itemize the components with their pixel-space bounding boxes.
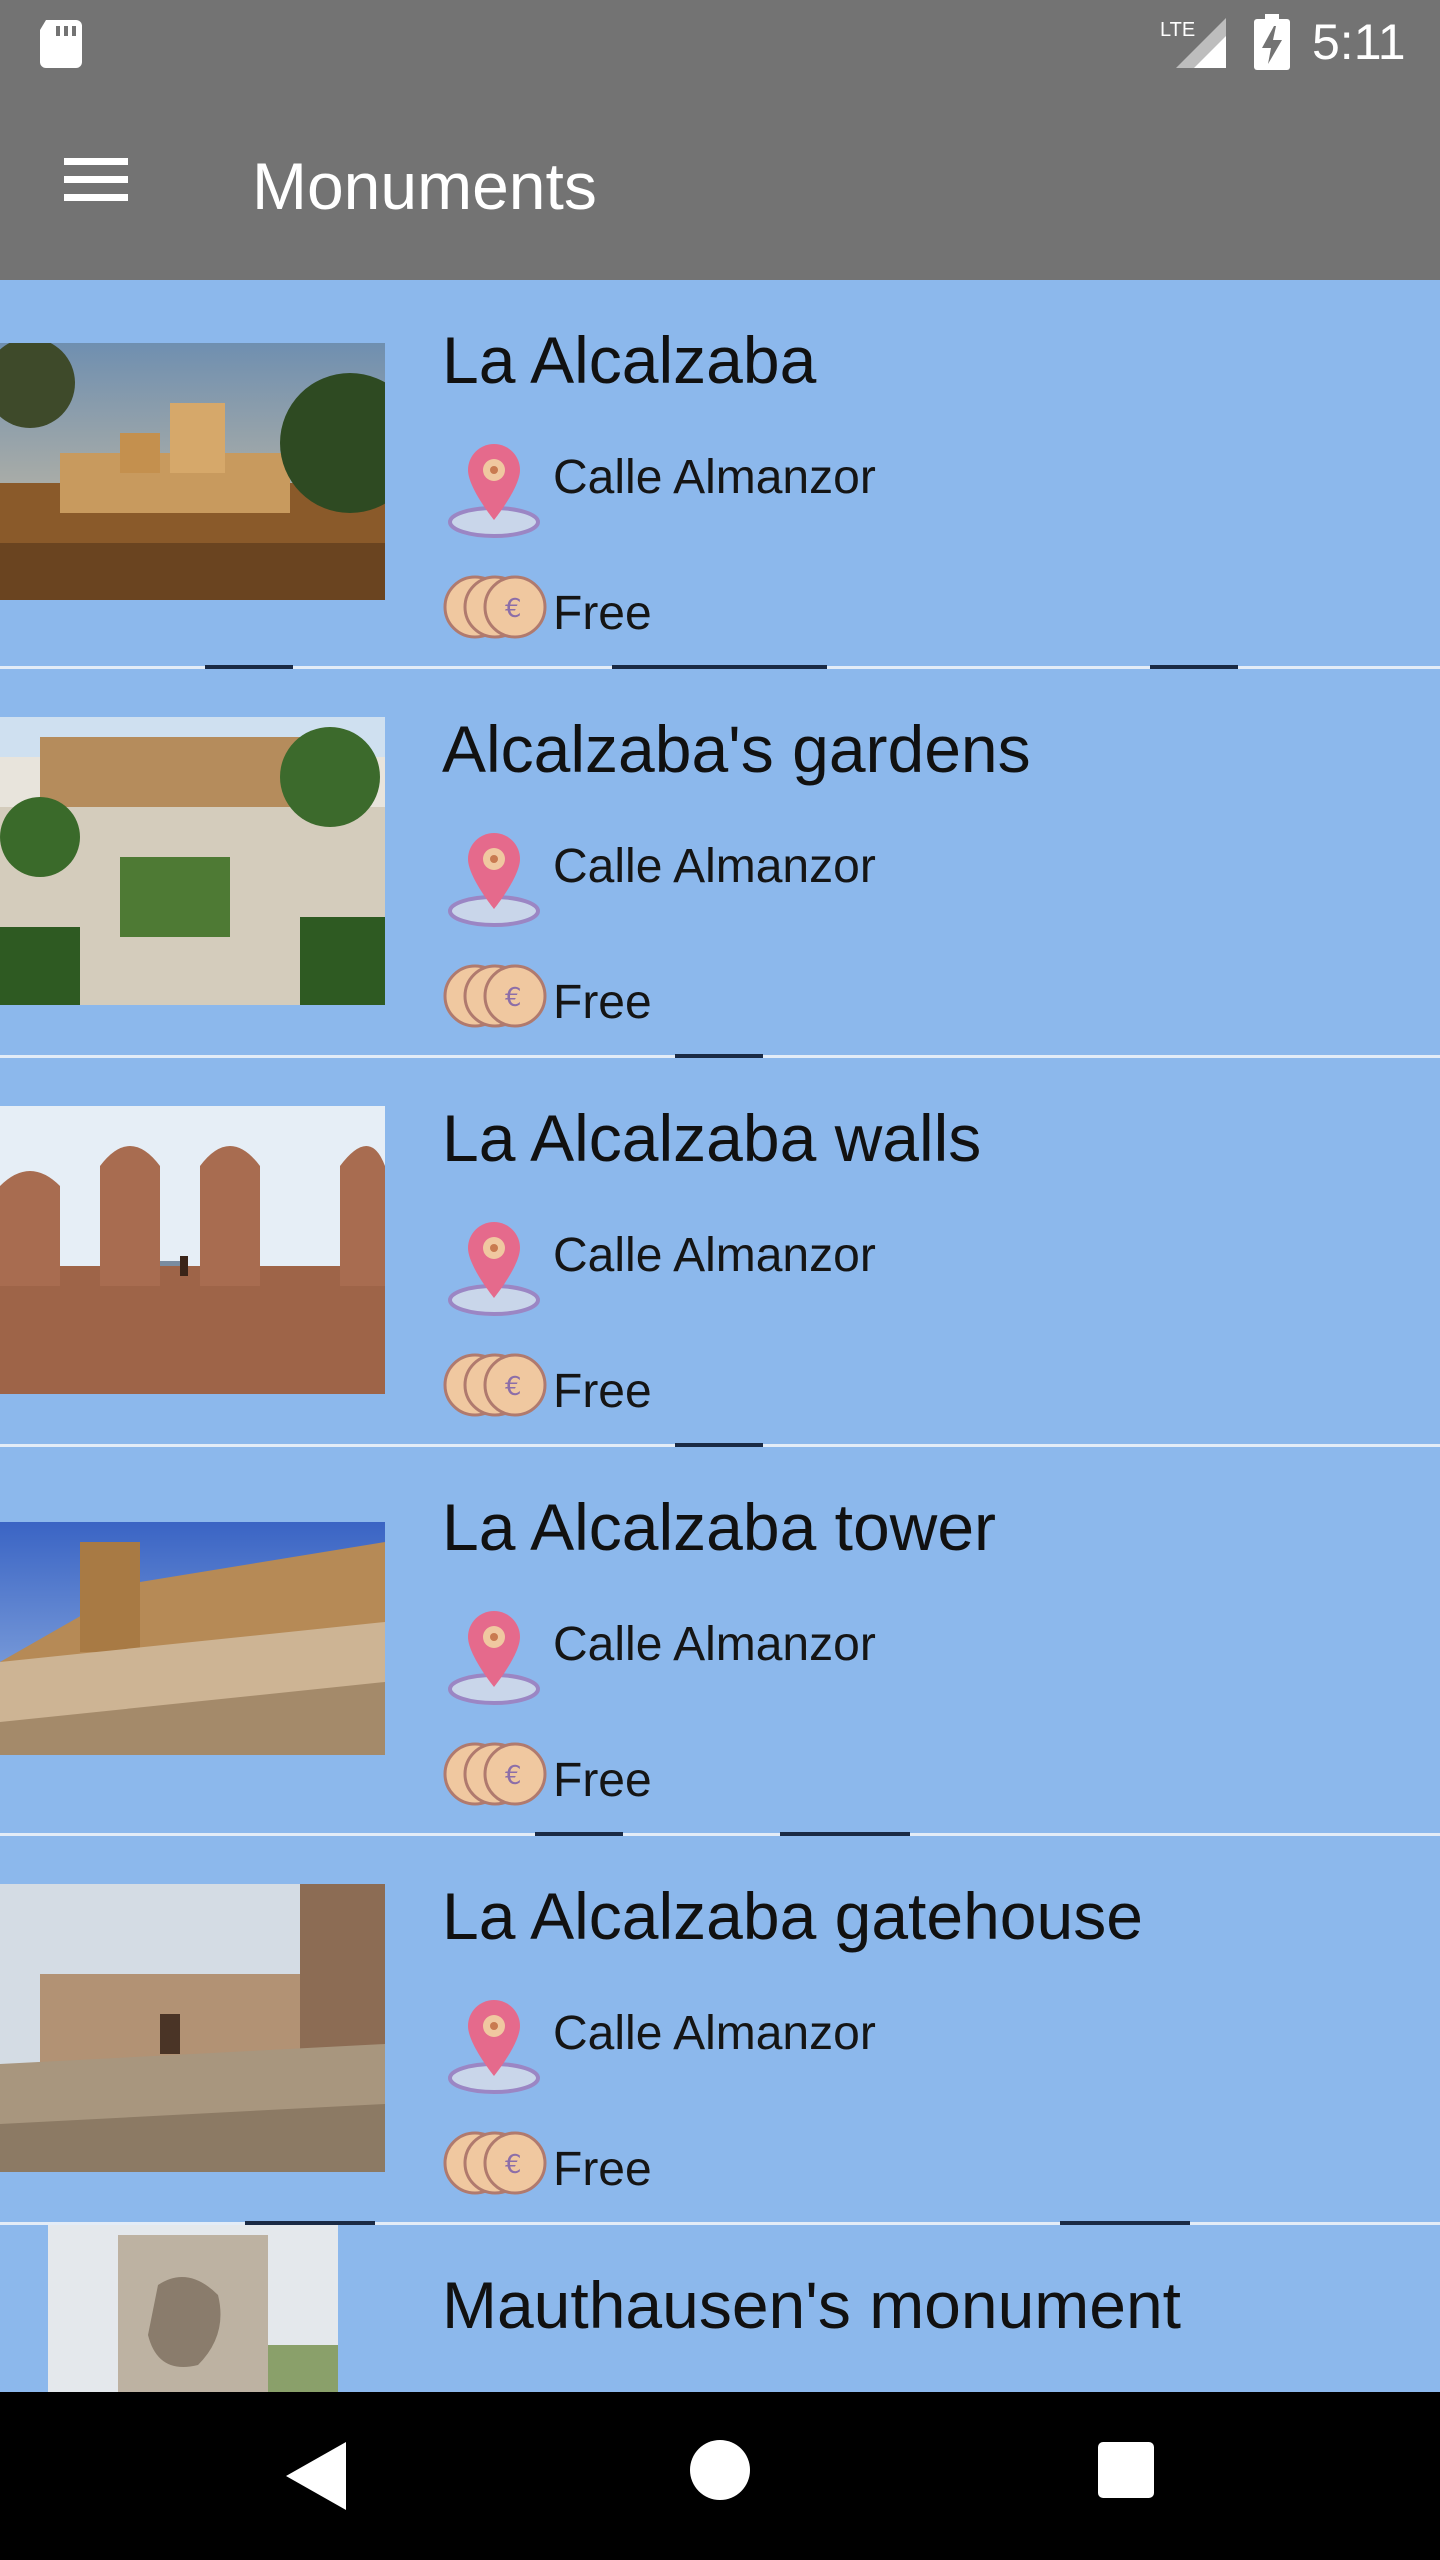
- monument-card[interactable]: La Alcalzaba walls Calle Almanzor € Free: [0, 1058, 1440, 1447]
- lte-signal-icon: LTE: [1160, 18, 1226, 68]
- monument-name: La Alcalzaba tower: [442, 1490, 997, 1564]
- monument-name: Alcalzaba's gardens: [442, 712, 1031, 786]
- monument-address: Calle Almanzor: [553, 840, 876, 893]
- location-pin-icon: [448, 1611, 540, 1705]
- euro-coins-icon: €: [443, 1353, 547, 1417]
- monument-price: Free: [553, 2143, 652, 2196]
- status-clock: 5:11: [1312, 14, 1406, 70]
- monument-name: La Alcalzaba gatehouse: [442, 1879, 1143, 1953]
- monument-price: Free: [553, 1754, 652, 1807]
- network-label: LTE: [1160, 19, 1195, 41]
- monument-price: Free: [553, 976, 652, 1029]
- monument-card[interactable]: La Alcalzaba Calle Almanzor € Free: [0, 280, 1440, 669]
- monument-photo: [0, 1522, 385, 1755]
- monument-name: La Alcalzaba: [442, 323, 817, 397]
- monument-photo: [0, 1884, 385, 2172]
- location-pin-icon: [448, 2000, 540, 2094]
- monument-photo: [48, 2225, 338, 2392]
- monument-photo: [0, 1106, 385, 1394]
- euro-coins-icon: €: [443, 1742, 547, 1806]
- monument-price: Free: [553, 587, 652, 640]
- monument-price: Free: [553, 1365, 652, 1418]
- navigation-bar: [0, 2392, 1440, 2560]
- battery-charging-icon: [1254, 14, 1290, 70]
- svg-text:€: €: [505, 1761, 522, 1791]
- monument-card[interactable]: La Alcalzaba tower Calle Almanzor € Free: [0, 1447, 1440, 1836]
- euro-coins-icon: €: [443, 575, 547, 639]
- monument-address: Calle Almanzor: [553, 2007, 876, 2060]
- monument-address: Calle Almanzor: [553, 451, 876, 504]
- page-title: Monuments: [252, 149, 597, 223]
- status-bar: LTE 5:11: [0, 0, 1440, 84]
- recents-button[interactable]: [1098, 2442, 1154, 2498]
- monument-list[interactable]: La Alcalzaba Calle Almanzor € Free Alcal…: [0, 280, 1440, 2392]
- svg-text:€: €: [505, 2150, 522, 2180]
- hamburger-menu-icon[interactable]: [52, 148, 142, 212]
- monument-card[interactable]: Alcalzaba's gardens Calle Almanzor € Fre…: [0, 669, 1440, 1058]
- monument-card[interactable]: La Alcalzaba gatehouse Calle Almanzor € …: [0, 1836, 1440, 2225]
- app-bar: Monuments: [0, 84, 1440, 280]
- monument-name: La Alcalzaba walls: [442, 1101, 982, 1175]
- home-button[interactable]: [690, 2440, 750, 2500]
- back-button[interactable]: [280, 2438, 352, 2514]
- location-pin-icon: [448, 833, 540, 927]
- monument-photo: [0, 343, 385, 600]
- svg-text:€: €: [505, 594, 522, 624]
- svg-text:€: €: [505, 983, 522, 1013]
- location-pin-icon: [448, 1222, 540, 1316]
- monument-photo: [0, 717, 385, 1005]
- monument-address: Calle Almanzor: [553, 1229, 876, 1282]
- monument-address: Calle Almanzor: [553, 1618, 876, 1671]
- monument-card[interactable]: Mauthausen's monument: [0, 2225, 1440, 2392]
- euro-coins-icon: €: [443, 2131, 547, 2195]
- svg-text:€: €: [505, 1372, 522, 1402]
- location-pin-icon: [448, 444, 540, 538]
- sd-card-icon: [40, 20, 82, 68]
- euro-coins-icon: €: [443, 964, 547, 1028]
- monument-name: Mauthausen's monument: [442, 2268, 1182, 2342]
